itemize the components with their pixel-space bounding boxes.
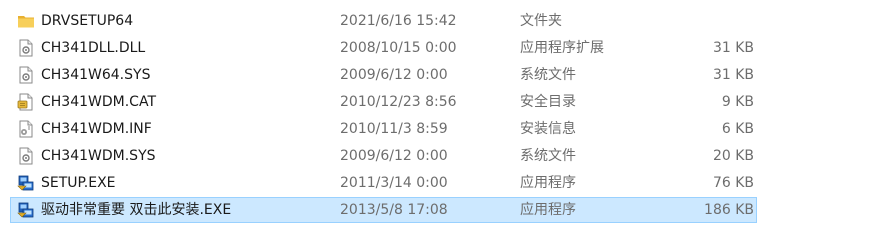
file-size <box>651 9 754 33</box>
file-type: 系统文件 <box>520 67 576 83</box>
setup-exe-icon <box>17 201 35 219</box>
file-type: 系统文件 <box>520 148 576 164</box>
file-size: 31 KB <box>712 40 754 56</box>
file-date: 2021/6/16 15:42 <box>340 13 457 29</box>
file-size: 6 KB <box>721 121 754 137</box>
file-row-drvsetup64[interactable]: DRVSETUP64 2021/6/16 15:42 文件夹 <box>10 8 757 34</box>
file-date: 2010/12/23 8:56 <box>340 94 457 110</box>
setup-exe-icon <box>17 174 35 192</box>
file-name: CH341DLL.DLL <box>41 40 146 56</box>
file-name: 驱动非常重要 双击此安装.EXE <box>41 202 232 218</box>
file-list: DRVSETUP64 2021/6/16 15:42 文件夹 CH341DLL.… <box>0 0 891 245</box>
file-name: CH341WDM.SYS <box>41 148 156 164</box>
file-type: 应用程序 <box>520 202 576 218</box>
file-size: 76 KB <box>712 175 754 191</box>
folder-icon <box>17 12 35 30</box>
sys-file-icon <box>17 66 35 84</box>
file-date: 2008/10/15 0:00 <box>340 40 457 56</box>
sys-file-icon <box>17 147 35 165</box>
file-date: 2013/5/8 17:08 <box>340 202 448 218</box>
file-name: CH341WDM.INF <box>41 121 152 137</box>
file-date: 2011/3/14 0:00 <box>340 175 448 191</box>
file-size: 186 KB <box>704 202 754 218</box>
inf-file-icon <box>17 120 35 138</box>
file-name: DRVSETUP64 <box>41 13 134 29</box>
file-type: 安全目录 <box>520 94 576 110</box>
cat-file-icon <box>17 93 35 111</box>
file-row-ch341wdm-cat[interactable]: CH341WDM.CAT 2010/12/23 8:56 安全目录 9 KB <box>10 89 757 115</box>
file-date: 2010/11/3 8:59 <box>340 121 448 137</box>
file-type: 应用程序扩展 <box>520 40 604 56</box>
file-type: 文件夹 <box>520 13 562 29</box>
file-type: 应用程序 <box>520 175 576 191</box>
file-date: 2009/6/12 0:00 <box>340 67 448 83</box>
file-row-ch341w64-sys[interactable]: CH341W64.SYS 2009/6/12 0:00 系统文件 31 KB <box>10 62 757 88</box>
file-size: 31 KB <box>712 67 754 83</box>
file-row-ch341dll-dll[interactable]: CH341DLL.DLL 2008/10/15 0:00 应用程序扩展 31 K… <box>10 35 757 61</box>
file-row-ch341wdm-inf[interactable]: CH341WDM.INF 2010/11/3 8:59 安装信息 6 KB <box>10 116 757 142</box>
file-type: 安装信息 <box>520 121 576 137</box>
file-row-setup-exe[interactable]: SETUP.EXE 2011/3/14 0:00 应用程序 76 KB <box>10 170 757 196</box>
file-row-ch341wdm-sys[interactable]: CH341WDM.SYS 2009/6/12 0:00 系统文件 20 KB <box>10 143 757 169</box>
dll-file-icon <box>17 39 35 57</box>
file-date: 2009/6/12 0:00 <box>340 148 448 164</box>
file-size: 9 KB <box>721 94 754 110</box>
file-size: 20 KB <box>712 148 754 164</box>
file-name: CH341WDM.CAT <box>41 94 156 110</box>
file-row-driver-install-exe[interactable]: 驱动非常重要 双击此安装.EXE 2013/5/8 17:08 应用程序 186… <box>10 197 757 223</box>
file-name: CH341W64.SYS <box>41 67 151 83</box>
file-name: SETUP.EXE <box>41 175 116 191</box>
